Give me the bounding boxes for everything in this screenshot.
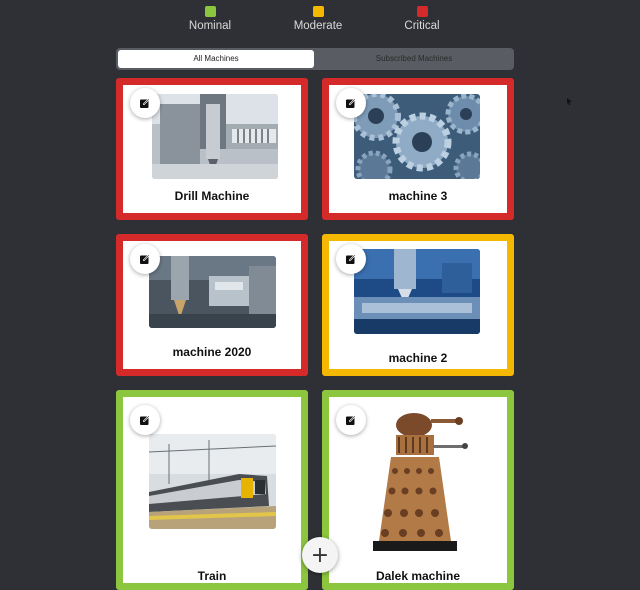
critical-swatch [416,6,428,17]
plus-icon: + [310,542,330,568]
card-body: Drill Machine [123,85,301,213]
machine-card[interactable]: machine 2020 [116,234,308,376]
card-body: machine 2020 [123,241,301,369]
edit-icon [140,415,150,425]
cnc-machine-photo [354,249,480,334]
dalek-photo [369,409,479,557]
moderate-swatch [312,6,324,17]
machine-name: Drill Machine [174,189,250,203]
machine-card[interactable]: Train [116,390,308,590]
machine-name: machine 3 [388,189,448,203]
machine-name: machine 2020 [172,345,252,359]
legend-item-nominal: Nominal [165,6,255,32]
legend-label-critical: Critical [404,20,440,32]
legend-item-critical: Critical [377,6,467,32]
card-body: Dalek machine [329,397,507,583]
legend-label-nominal: Nominal [188,20,232,32]
status-legend: Nominal Moderate Critical [0,6,640,36]
edit-icon [140,254,150,264]
machine-name: Dalek machine [375,569,461,583]
card-body: machine 2 [329,241,507,369]
machine-card[interactable]: machine 3 [322,78,514,220]
card-body: machine 3 [329,85,507,213]
nominal-swatch [204,6,216,17]
legend-item-moderate: Moderate [273,6,363,32]
machine-card[interactable]: Drill Machine [116,78,308,220]
edit-icon [346,98,356,108]
edit-icon [140,98,150,108]
mouse-cursor-icon [567,98,572,105]
edit-icon [346,415,356,425]
machine-filter-tabs: All Machines Subscribed Machines [116,48,514,70]
gears-photo [354,94,480,179]
edit-button[interactable] [336,244,366,274]
edit-button[interactable] [130,244,160,274]
add-machine-button[interactable]: + [302,537,338,573]
drill-machine-photo [152,94,278,179]
machine-card[interactable]: machine 2 [322,234,514,376]
edit-button[interactable] [130,405,160,435]
machine-name: Train [197,569,227,583]
card-body: Train [123,397,301,583]
tab-all-machines[interactable]: All Machines [118,50,314,68]
edit-button[interactable] [336,88,366,118]
edit-button[interactable] [130,88,160,118]
milling-cutter-photo [149,256,276,328]
legend-label-moderate: Moderate [293,20,343,32]
train-photo [149,434,276,529]
machine-name: machine 2 [388,351,448,365]
tab-subscribed-machines[interactable]: Subscribed Machines [316,50,512,68]
edit-icon [346,254,356,264]
edit-button[interactable] [336,405,366,435]
machine-card[interactable]: Dalek machine [322,390,514,590]
